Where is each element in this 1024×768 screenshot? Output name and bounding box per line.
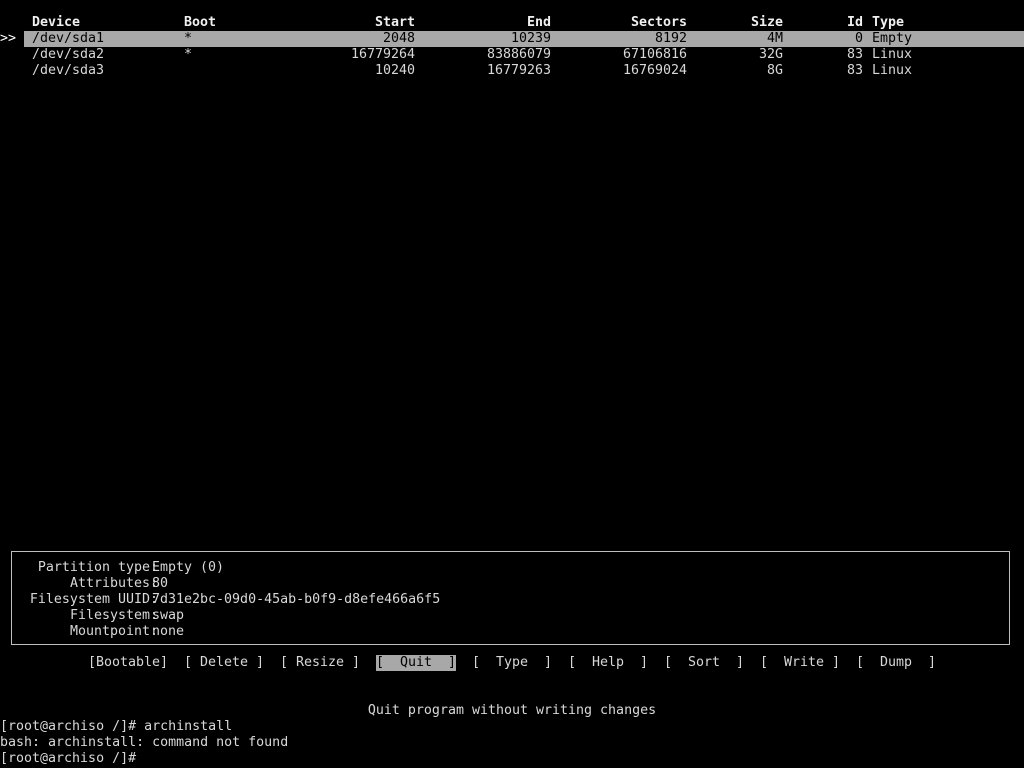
- header-boot: Boot: [184, 15, 217, 30]
- header-sectors: Sectors: [630, 15, 687, 30]
- selection-marker: >>: [0, 31, 17, 46]
- terminal-line-command: [root@archiso /]# archinstall: [0, 719, 233, 734]
- info-value: 80: [152, 576, 169, 591]
- info-value: 7d31e2bc-09d0-45ab-b0f9-d8efe466a6f5: [152, 592, 441, 607]
- table-row[interactable]: /dev/sda2 * 16779264 83886079 67106816 3…: [0, 47, 1024, 63]
- row-start: 16779264: [350, 47, 415, 62]
- row-device: /dev/sda3: [32, 63, 105, 78]
- row-id: 83: [846, 47, 863, 62]
- row-id: 83: [846, 63, 863, 78]
- terminal-prompt[interactable]: [root@archiso /]#: [0, 751, 1024, 767]
- row-start: 10240: [374, 63, 415, 78]
- bootable-button[interactable]: [Bootable]: [88, 655, 168, 671]
- header-start: Start: [374, 15, 415, 30]
- header-id: Id: [846, 15, 863, 30]
- header-end: End: [526, 15, 551, 30]
- delete-button[interactable]: [ Delete ]: [184, 655, 264, 671]
- header-type: Type: [872, 15, 905, 30]
- row-device: /dev/sda2: [32, 47, 105, 62]
- info-value: none: [152, 624, 185, 639]
- info-uuid: Filesystem UUID: 7d31e2bc-09d0-45ab-b0f9…: [12, 592, 1009, 608]
- write-button[interactable]: [ Write ]: [760, 655, 840, 671]
- type-button[interactable]: [ Type ]: [472, 655, 552, 671]
- header-device: Device: [32, 15, 81, 30]
- terminal-line-error: bash: archinstall: command not found: [0, 735, 289, 750]
- row-sectors: 16769024: [622, 63, 687, 78]
- row-end: 10239: [510, 31, 551, 46]
- row-type: Linux: [872, 47, 913, 62]
- row-sectors: 67106816: [622, 47, 687, 62]
- row-end: 83886079: [486, 47, 551, 62]
- resize-button[interactable]: [ Resize ]: [280, 655, 360, 671]
- row-start: 2048: [382, 31, 415, 46]
- info-partition-type: Partition type: Empty (0): [12, 560, 1009, 576]
- row-end: 16779263: [486, 63, 551, 78]
- row-device: /dev/sda1: [32, 31, 105, 46]
- info-label: Filesystem UUID:: [29, 592, 158, 607]
- row-boot: *: [184, 47, 193, 62]
- partition-info-box: Partition type: Empty (0) Attributes: 80…: [11, 551, 1010, 645]
- info-value: Empty (0): [152, 560, 225, 575]
- row-size: 8G: [766, 63, 783, 78]
- table-header: Device Boot Start End Sectors Size Id Ty…: [0, 15, 1024, 31]
- quit-button[interactable]: [ Quit ]: [376, 655, 457, 671]
- dump-button[interactable]: [ Dump ]: [856, 655, 936, 671]
- info-label: Filesystem:: [69, 608, 158, 623]
- table-row[interactable]: >> /dev/sda1 * 2048 10239 8192 4M 0 Empt…: [0, 31, 1024, 47]
- header-size: Size: [750, 15, 783, 30]
- info-filesystem: Filesystem: swap: [12, 608, 1009, 624]
- info-mountpoint: Mountpoint: none: [12, 624, 1009, 640]
- row-boot: *: [184, 31, 193, 46]
- info-label: Attributes:: [69, 576, 158, 591]
- row-type: Linux: [872, 63, 913, 78]
- info-label: Mountpoint:: [69, 624, 158, 639]
- info-value: swap: [152, 608, 185, 623]
- info-label: Partition type:: [37, 560, 158, 575]
- row-size: 32G: [758, 47, 783, 62]
- info-attributes: Attributes: 80: [12, 576, 1009, 592]
- action-menu: [Bootable] [ Delete ] [ Resize ] [ Quit …: [0, 655, 1024, 671]
- table-row[interactable]: /dev/sda3 10240 16779263 16769024 8G 83 …: [0, 63, 1024, 79]
- help-button[interactable]: [ Help ]: [568, 655, 648, 671]
- row-size: 4M: [766, 31, 783, 46]
- row-id: 0: [854, 31, 863, 46]
- sort-button[interactable]: [ Sort ]: [664, 655, 744, 671]
- action-hint: Quit program without writing changes: [367, 703, 657, 718]
- row-sectors: 8192: [654, 31, 687, 46]
- row-type: Empty: [872, 31, 913, 46]
